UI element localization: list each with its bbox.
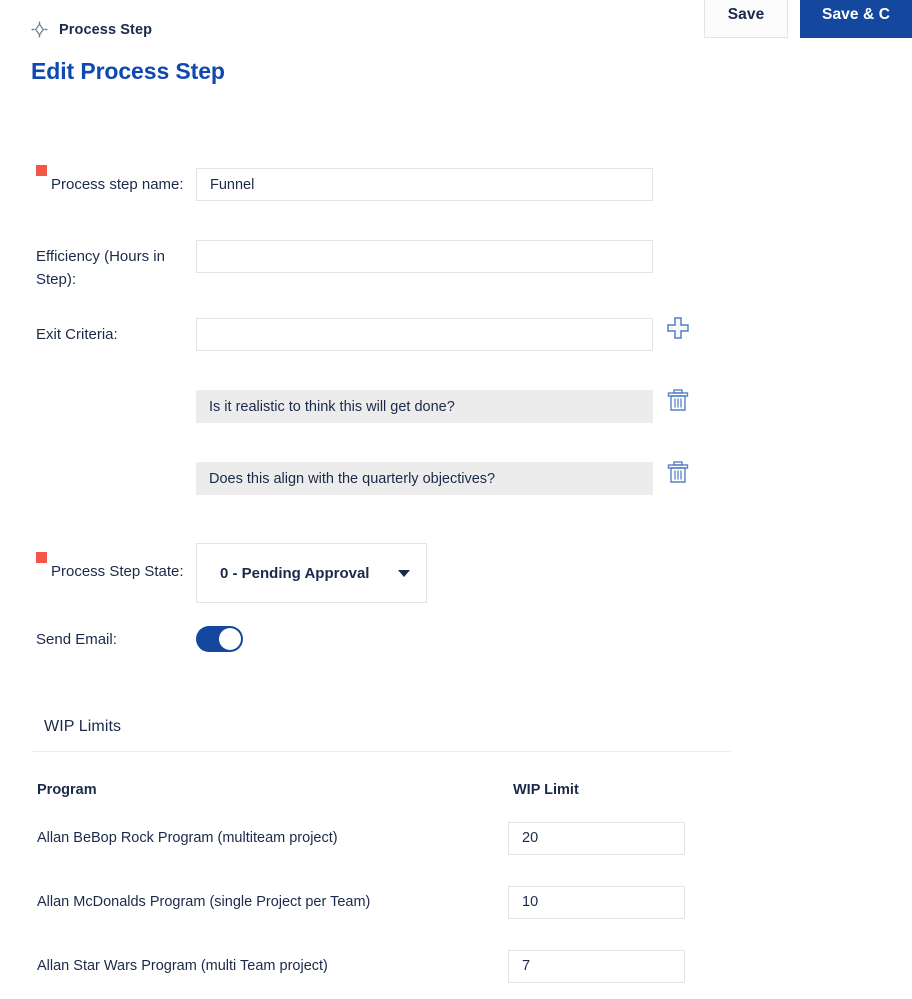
- exit-criteria-input[interactable]: [196, 318, 653, 351]
- wip-limit-input[interactable]: [508, 821, 685, 855]
- field-send-email: Send Email:: [0, 611, 912, 671]
- efficiency-label-line2: Step):: [36, 271, 77, 288]
- wip-limit-cell: [507, 934, 760, 998]
- table-header-row: Program WIP Limit: [0, 774, 760, 806]
- exit-criteria-item: Does this align with the quarterly objec…: [196, 462, 653, 495]
- process-step-name-input[interactable]: [196, 168, 653, 201]
- wip-limit-input[interactable]: [508, 885, 685, 919]
- column-header-wip-limit: WIP Limit: [513, 782, 579, 798]
- edit-process-step-page: Save Save & C Process Step Edit Process …: [0, 0, 912, 999]
- wip-limit-cell: [507, 870, 760, 934]
- efficiency-label: Efficiency (Hours in Step):: [0, 232, 196, 291]
- table-row: Allan BeBop Rock Program (multiteam proj…: [0, 806, 760, 870]
- program-name: Allan Star Wars Program (multi Team proj…: [37, 958, 328, 974]
- send-email-toggle[interactable]: [196, 626, 243, 652]
- toggle-knob: [219, 628, 241, 650]
- field-efficiency: Efficiency (Hours in Step):: [0, 232, 912, 310]
- wip-limit-input[interactable]: [508, 949, 685, 983]
- wip-limit-cell: [507, 806, 760, 870]
- breadcrumb[interactable]: Process Step: [31, 21, 152, 38]
- column-header-program: Program: [37, 782, 97, 798]
- wip-limits-title: WIP Limits: [44, 718, 122, 735]
- table-row: Allan Star Wars Program (multi Team proj…: [0, 934, 760, 998]
- plus-icon[interactable]: [666, 316, 690, 345]
- field-process-step-name: Process step name:: [0, 160, 912, 232]
- field-process-step-state: Process Step State: 0 - Pending Approval: [0, 530, 912, 611]
- section-divider: [31, 751, 731, 752]
- action-bar: Save Save & C: [704, 0, 912, 38]
- efficiency-label-line1: Efficiency (Hours in: [36, 248, 165, 265]
- process-step-form: Process step name: Efficiency (Hours in …: [0, 160, 912, 671]
- exit-criteria-item-row: Is it realistic to think this will get d…: [0, 382, 912, 454]
- program-name: Allan BeBop Rock Program (multiteam proj…: [37, 830, 338, 846]
- field-exit-criteria: Exit Criteria:: [0, 310, 912, 382]
- exit-criteria-item-row: Does this align with the quarterly objec…: [0, 454, 912, 530]
- wip-limits-table: Program WIP Limit Allan BeBop Rock Progr…: [0, 774, 760, 998]
- exit-criteria-item: Is it realistic to think this will get d…: [196, 390, 653, 423]
- breadcrumb-label: Process Step: [59, 21, 153, 38]
- save-and-close-button-label: Save & C: [822, 5, 890, 23]
- process-step-state-label: Process Step State:: [51, 563, 184, 580]
- trash-icon[interactable]: [666, 460, 690, 489]
- table-row: Allan McDonalds Program (single Project …: [0, 870, 760, 934]
- crosshair-icon: [31, 21, 48, 38]
- save-and-close-button[interactable]: Save & C: [800, 0, 912, 38]
- wip-limits-section: WIP Limits Program WIP Limit Allan BeBop…: [0, 718, 912, 998]
- save-button-label: Save: [727, 5, 765, 23]
- trash-icon[interactable]: [666, 388, 690, 417]
- program-name: Allan McDonalds Program (single Project …: [37, 894, 371, 910]
- send-email-label: Send Email:: [36, 631, 117, 648]
- exit-criteria-label: Exit Criteria:: [36, 326, 118, 343]
- efficiency-input[interactable]: [196, 240, 653, 273]
- chevron-down-icon: [398, 569, 410, 577]
- save-button[interactable]: Save: [704, 0, 788, 38]
- process-step-name-label: Process step name:: [51, 176, 184, 193]
- process-step-state-value: 0 - Pending Approval: [220, 564, 370, 582]
- process-step-state-select[interactable]: 0 - Pending Approval: [196, 543, 427, 603]
- page-title: Edit Process Step: [31, 58, 225, 84]
